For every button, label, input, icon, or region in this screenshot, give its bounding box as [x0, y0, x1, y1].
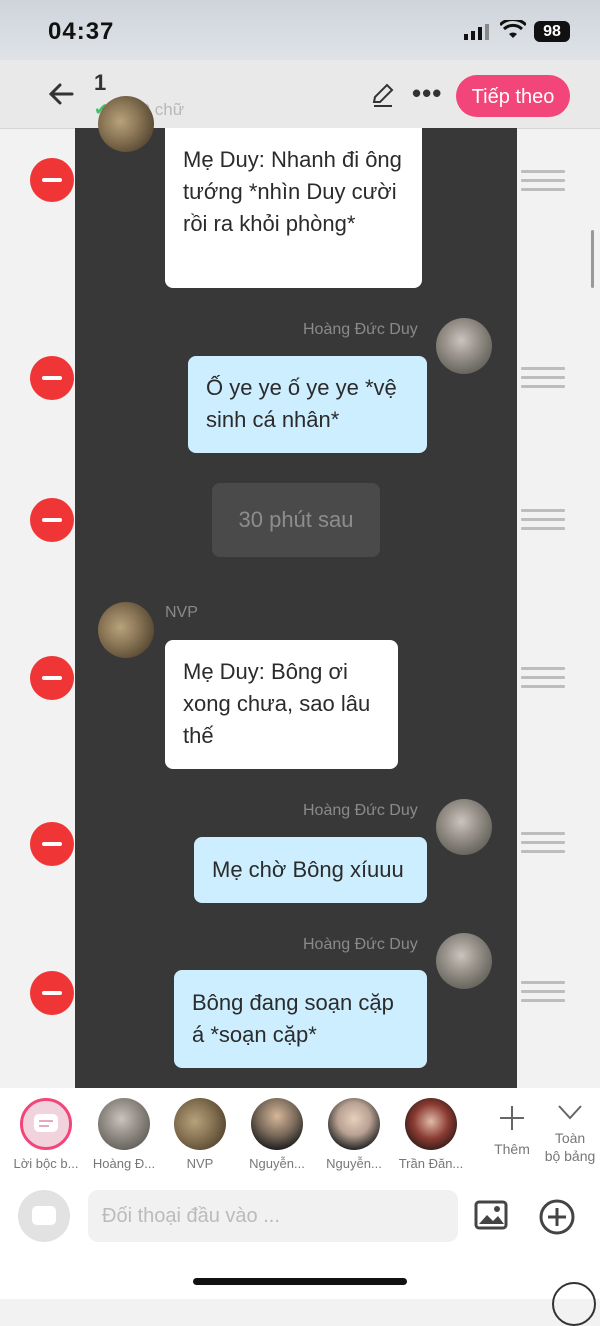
speaker-name: NVP [165, 604, 198, 621]
scroll-up-button[interactable] [552, 1282, 596, 1326]
remove-message-button[interactable] [30, 656, 74, 700]
wifi-icon [500, 20, 526, 38]
remove-message-button[interactable] [30, 158, 74, 202]
character-bar: Lời bộc b... Hoàng Đ... NVP Nguyễn... Ng… [0, 1088, 600, 1178]
scrollbar[interactable] [591, 230, 594, 288]
add-character-button[interactable]: Thêm [482, 1102, 542, 1157]
avatar [98, 602, 154, 658]
remove-message-button[interactable] [30, 822, 74, 866]
status-bar: 04:37 98 [0, 0, 600, 60]
dialogue-input[interactable] [88, 1190, 458, 1242]
full-board-button[interactable]: Toàn bộ bảng [540, 1102, 600, 1165]
avatar [251, 1098, 303, 1150]
character-nguyen-2[interactable]: Nguyễn... [319, 1098, 389, 1171]
drag-handle-icon[interactable] [521, 367, 565, 391]
character-hoang-duc-duy[interactable]: Hoàng Đ... [89, 1098, 159, 1171]
character-tran-dang[interactable]: Trần Đăn... [396, 1098, 466, 1171]
speaker-name: Hoàng Đức Duy [303, 321, 418, 338]
character-narration[interactable]: Lời bộc b... [11, 1098, 81, 1171]
character-label: Hoàng Đ... [92, 1156, 156, 1171]
drag-handle-icon[interactable] [521, 170, 565, 194]
narration-icon [20, 1098, 72, 1150]
full-board-label-2: bộ bảng [544, 1148, 596, 1164]
message-bubble[interactable]: Mẹ Duy: Nhanh đi ông tướng *nhìn Duy cườ… [165, 128, 422, 288]
message-bubble[interactable]: Mẹ chờ Bông xíuuu [194, 837, 427, 903]
character-nguyen-1[interactable]: Nguyễn... [242, 1098, 312, 1171]
avatar [436, 799, 492, 855]
drag-handle-icon[interactable] [521, 981, 565, 1005]
chevron-down-icon [558, 1105, 582, 1120]
character-label: Nguyễn... [326, 1156, 382, 1171]
drag-handle-icon[interactable] [521, 667, 565, 691]
speaker-name: Hoàng Đức Duy [303, 936, 418, 953]
back-arrow-icon[interactable] [44, 76, 80, 112]
add-circle-icon[interactable] [538, 1198, 576, 1236]
drag-handle-icon[interactable] [521, 509, 565, 533]
image-icon[interactable] [474, 1200, 508, 1230]
chapter-title: 1 [94, 70, 107, 95]
remove-message-button[interactable] [30, 356, 74, 400]
chat-icon [32, 1206, 56, 1225]
signal-icon [464, 24, 489, 40]
character-label: Lời bộc b... [13, 1156, 79, 1171]
message-bubble[interactable]: Ố ye ye ố ye ye *vệ sinh cá nhân* [188, 356, 427, 453]
next-button[interactable]: Tiếp theo [456, 75, 570, 117]
battery-indicator: 98 [534, 21, 570, 42]
character-label: Trần Đăn... [398, 1156, 464, 1171]
narration-toggle-button[interactable] [18, 1190, 70, 1242]
edit-pencil-icon[interactable] [370, 82, 396, 108]
home-indicator [193, 1278, 407, 1285]
narration-bubble[interactable]: 30 phút sau [212, 483, 380, 557]
avatar [328, 1098, 380, 1150]
avatar [98, 96, 154, 152]
avatar [174, 1098, 226, 1150]
character-label: NVP [186, 1156, 214, 1171]
input-bar [0, 1178, 600, 1326]
remove-message-button[interactable] [30, 971, 74, 1015]
avatar [436, 318, 492, 374]
character-nvp[interactable]: NVP [165, 1098, 235, 1171]
speaker-name: Hoàng Đức Duy [303, 802, 418, 819]
more-options-button[interactable]: ••• [412, 78, 442, 109]
drag-handle-icon[interactable] [521, 832, 565, 856]
character-label: Nguyễn... [249, 1156, 305, 1171]
full-board-label-1: Toàn [554, 1130, 586, 1146]
remove-message-button[interactable] [30, 498, 74, 542]
message-bubble[interactable]: Mẹ Duy: Bông ơi xong chưa, sao lâu thế [165, 640, 398, 769]
add-label: Thêm [494, 1141, 530, 1157]
chapter-header: 1 ✔1000 chữ ••• Tiếp theo [0, 60, 600, 129]
clock: 04:37 [48, 18, 115, 45]
avatar [436, 933, 492, 989]
avatar [405, 1098, 457, 1150]
plus-icon [500, 1106, 524, 1130]
message-bubble[interactable]: Bông đang soạn cặp á *soạn cặp* [174, 970, 427, 1068]
avatar [98, 1098, 150, 1150]
